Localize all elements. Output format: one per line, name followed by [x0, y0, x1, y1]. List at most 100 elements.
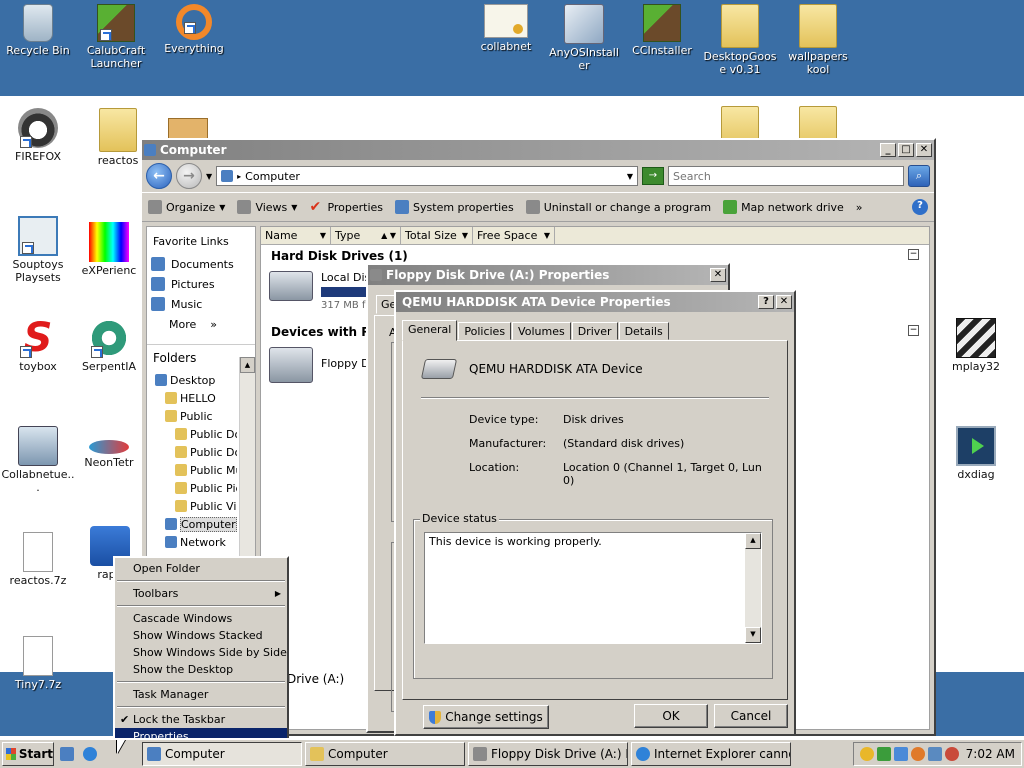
- tab-policies[interactable]: Policies: [458, 322, 512, 340]
- go-button[interactable]: →: [642, 167, 664, 185]
- device-dialog-titlebar[interactable]: QEMU HARDDISK ATA Device Properties ? ✕: [396, 292, 794, 312]
- history-dropdown-icon[interactable]: ▼: [206, 172, 212, 181]
- desktop-icon-souptoys[interactable]: Souptoys Playsets: [0, 216, 76, 284]
- ok-button[interactable]: OK: [634, 704, 708, 728]
- clock[interactable]: 7:02 AM: [966, 747, 1015, 761]
- menu-item-cascade[interactable]: Cascade Windows: [115, 610, 287, 627]
- tree-item[interactable]: Public Doc: [155, 425, 237, 443]
- favorite-music[interactable]: Music: [147, 294, 255, 314]
- search-icon[interactable]: [910, 747, 925, 761]
- tree-item[interactable]: Public Mus: [155, 461, 237, 479]
- system-properties-button[interactable]: System properties: [395, 200, 514, 214]
- collapse-icon[interactable]: −: [908, 249, 919, 260]
- organize-button[interactable]: Organize ▼: [148, 200, 225, 214]
- tree-item[interactable]: Public Vide: [155, 497, 237, 515]
- desktop-icon-ccinstaller[interactable]: CCInstaller: [624, 4, 700, 57]
- menu-item-task-manager[interactable]: Task Manager: [115, 686, 287, 703]
- search-input[interactable]: [668, 166, 904, 186]
- uninstall-button[interactable]: Uninstall or change a program: [525, 200, 711, 214]
- network-icon[interactable]: [893, 747, 908, 761]
- address-dropdown-icon[interactable]: ▼: [627, 172, 633, 181]
- device-properties-dialog[interactable]: QEMU HARDDISK ATA Device Properties ? ✕ …: [394, 290, 796, 736]
- status-scrollbar[interactable]: ▲ ▼: [745, 533, 761, 643]
- search-button[interactable]: ⌕: [908, 165, 930, 187]
- task-computer-2[interactable]: Computer: [305, 742, 465, 766]
- tab-general[interactable]: General: [402, 320, 458, 341]
- tree-item[interactable]: Public Dov: [155, 443, 237, 461]
- favorite-documents[interactable]: Documents: [147, 254, 255, 274]
- change-settings-button[interactable]: Change settings: [423, 705, 549, 729]
- computer-icon[interactable]: [927, 747, 942, 761]
- column-type[interactable]: Type ▲ ▼: [331, 227, 401, 244]
- views-button[interactable]: Views ▼: [237, 200, 297, 214]
- tree-item[interactable]: Network: [155, 533, 237, 551]
- desktop-icon-recycle-bin[interactable]: Recycle Bin: [0, 4, 76, 57]
- scroll-up-arrow[interactable]: ▲: [240, 357, 255, 373]
- properties-button[interactable]: ✔ Properties: [309, 200, 383, 214]
- desktop-icon-anyosinstaller[interactable]: AnyOSInstaller: [546, 4, 622, 72]
- menu-item-show-desktop[interactable]: Show the Desktop: [115, 661, 287, 678]
- menu-item-toolbars[interactable]: Toolbars ▶: [115, 585, 287, 602]
- tree-item-selected[interactable]: Computer: [155, 515, 237, 533]
- column-name[interactable]: Name ▼: [261, 227, 331, 244]
- desktop-icon-tiny7[interactable]: Tiny7.7z: [0, 636, 76, 691]
- shield-icon[interactable]: [876, 747, 891, 761]
- tree-item[interactable]: Desktop: [155, 371, 237, 389]
- device-status-textbox[interactable]: This device is working properly. ▲ ▼: [424, 532, 762, 644]
- volume-muted-icon[interactable]: [944, 747, 959, 761]
- taskbar[interactable]: Start Computer Computer Floppy Disk Driv…: [0, 738, 1024, 768]
- desktop-icon-toybox[interactable]: S toybox: [0, 318, 76, 373]
- minimize-button[interactable]: _: [880, 143, 896, 157]
- desktop-icon-reactos-7z[interactable]: reactos.7z: [0, 532, 76, 587]
- desktop-icon-wallpapers[interactable]: wallpapers kool: [780, 4, 856, 76]
- desktop-icon-neontetr[interactable]: NeonTetr: [76, 426, 142, 469]
- desktop-icon-desktopgoose[interactable]: DesktopGoose v0.31: [702, 4, 778, 76]
- close-button[interactable]: ✕: [776, 295, 792, 309]
- desktop-icon-serpentia[interactable]: SerpentIA: [76, 318, 142, 373]
- desktop-icon-mplay32[interactable]: mplay32: [938, 318, 1014, 373]
- tab-driver[interactable]: Driver: [571, 322, 618, 340]
- more-commands-button[interactable]: »: [856, 201, 863, 214]
- taskbar-context-menu[interactable]: Open Folder Toolbars ▶ Cascade Windows Sh…: [113, 556, 289, 748]
- menu-item-lock-taskbar[interactable]: ✔ Lock the Taskbar: [115, 711, 287, 728]
- start-button[interactable]: Start: [2, 742, 54, 766]
- show-desktop-quicklaunch[interactable]: [57, 744, 77, 764]
- task-floppy-properties[interactable]: Floppy Disk Drive (A:) Pr...: [468, 742, 628, 766]
- menu-item-open-folder[interactable]: Open Folder: [115, 560, 287, 577]
- desktop-icon-experience[interactable]: eXPerienc: [76, 222, 142, 277]
- address-bar[interactable]: ▸ Computer ▼: [216, 166, 638, 186]
- close-button[interactable]: ✕: [710, 268, 726, 282]
- tab-volumes[interactable]: Volumes: [512, 322, 571, 340]
- menu-item-side-by-side[interactable]: Show Windows Side by Side: [115, 644, 287, 661]
- task-internet-explorer[interactable]: Internet Explorer cannot...: [631, 742, 791, 766]
- more-favorites-link[interactable]: More »: [147, 314, 255, 334]
- desktop-icon-firefox[interactable]: FIREFOX: [0, 108, 76, 163]
- warning-icon[interactable]: [859, 747, 874, 761]
- tree-item[interactable]: HELLO: [155, 389, 237, 407]
- tree-item[interactable]: Public: [155, 407, 237, 425]
- forward-button[interactable]: →: [176, 163, 202, 189]
- scroll-down-arrow[interactable]: ▼: [745, 627, 761, 643]
- help-button[interactable]: ?: [758, 295, 774, 309]
- tree-item[interactable]: Public Pict: [155, 479, 237, 497]
- map-drive-button[interactable]: Map network drive: [723, 200, 844, 214]
- column-total-size[interactable]: Total Size ▼: [401, 227, 473, 244]
- menu-item-stacked[interactable]: Show Windows Stacked: [115, 627, 287, 644]
- close-button[interactable]: ✕: [916, 143, 932, 157]
- floppy-dialog-titlebar[interactable]: Floppy Disk Drive (A:) Properties ✕: [368, 265, 728, 285]
- desktop-icon-calubcraft[interactable]: CalubCraft Launcher: [78, 4, 154, 70]
- desktop-icon-dxdiag[interactable]: dxdiag: [938, 426, 1014, 481]
- cancel-button[interactable]: Cancel: [714, 704, 788, 728]
- back-button[interactable]: ←: [146, 163, 172, 189]
- help-icon[interactable]: ?: [912, 199, 928, 215]
- chevron-right-icon[interactable]: ▸: [237, 172, 241, 181]
- ie-quicklaunch[interactable]: [80, 744, 100, 764]
- scroll-up-arrow[interactable]: ▲: [745, 533, 761, 549]
- desktop-icon-collabnetue[interactable]: Collabnetue...: [0, 426, 76, 494]
- explorer-titlebar[interactable]: Computer _ □ ✕: [142, 140, 934, 160]
- desktop-icon-everything[interactable]: Everything: [156, 4, 232, 55]
- column-free-space[interactable]: Free Space ▼: [473, 227, 555, 244]
- favorite-pictures[interactable]: Pictures: [147, 274, 255, 294]
- tab-details[interactable]: Details: [618, 322, 669, 340]
- collapse-icon[interactable]: −: [908, 325, 919, 336]
